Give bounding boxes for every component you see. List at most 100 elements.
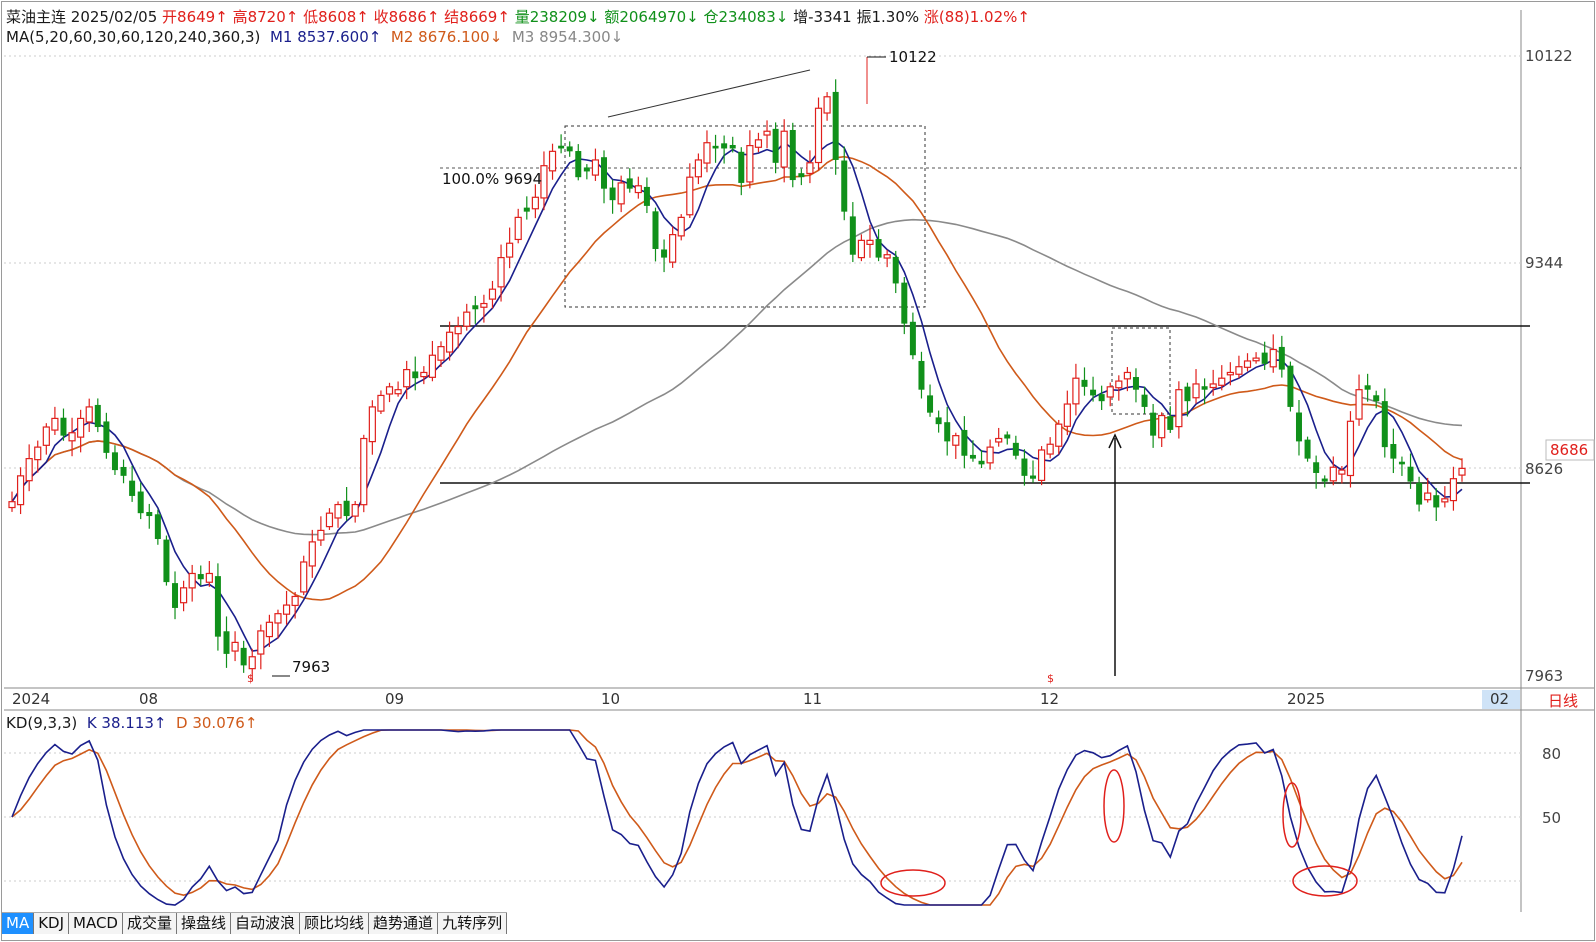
kd-d-value: D 30.076↑ bbox=[176, 714, 258, 732]
candle bbox=[652, 207, 659, 262]
candle bbox=[883, 249, 891, 268]
candle bbox=[42, 423, 50, 455]
candle bbox=[918, 351, 925, 399]
candle bbox=[1063, 390, 1071, 436]
candle bbox=[197, 565, 204, 586]
candle bbox=[857, 234, 866, 262]
date-tick-12: 12 bbox=[1040, 690, 1060, 708]
date-tick-02: 02 bbox=[1490, 690, 1510, 708]
candle bbox=[257, 624, 265, 670]
candle bbox=[334, 501, 342, 528]
candle bbox=[25, 444, 33, 492]
candle bbox=[986, 439, 994, 470]
candle bbox=[927, 384, 934, 417]
candle bbox=[1321, 475, 1328, 488]
candle bbox=[909, 312, 916, 360]
candle bbox=[16, 467, 25, 515]
kd-params: KD(9,3,3) bbox=[6, 714, 78, 732]
candle bbox=[282, 590, 291, 625]
tab-trade-line[interactable]: 操盘线 bbox=[177, 913, 232, 934]
candle bbox=[103, 412, 110, 459]
kd-tick-50: 50 bbox=[1542, 809, 1562, 827]
kd-legend: KD(9,3,3) K 38.113↑ D 30.076↑ bbox=[6, 714, 257, 732]
small-box bbox=[1111, 327, 1171, 415]
candle bbox=[51, 406, 59, 435]
candle bbox=[506, 227, 514, 269]
candle bbox=[1150, 403, 1157, 448]
candle bbox=[1046, 437, 1054, 459]
candle bbox=[137, 482, 144, 520]
tab-guppy[interactable]: 顾比均线 bbox=[300, 913, 370, 934]
tab-kdj[interactable]: KDJ bbox=[34, 913, 70, 934]
candle bbox=[1004, 431, 1011, 445]
ma-lines bbox=[11, 140, 1463, 652]
candle bbox=[832, 79, 839, 175]
candle bbox=[129, 465, 136, 502]
candle bbox=[686, 163, 694, 219]
candle bbox=[583, 164, 590, 180]
candle bbox=[789, 122, 796, 188]
candle bbox=[94, 398, 101, 433]
indicator-tabs: MA KDJ MACD 成交量 操盘线 自动波浪 顾比均线 趋势通道 九转序列 bbox=[2, 912, 508, 935]
candle bbox=[738, 147, 745, 196]
candle bbox=[377, 390, 385, 414]
price-tick-8626: 8626 bbox=[1525, 460, 1564, 478]
price-tick-7963: 7963 bbox=[1525, 667, 1564, 685]
candle bbox=[694, 153, 702, 185]
candle bbox=[343, 486, 350, 521]
candle bbox=[1012, 435, 1019, 460]
candle bbox=[548, 143, 557, 180]
candle bbox=[1226, 362, 1234, 386]
candle bbox=[472, 295, 479, 324]
candle bbox=[385, 382, 394, 403]
candle bbox=[978, 449, 985, 469]
candle bbox=[780, 119, 788, 183]
candle bbox=[935, 410, 942, 433]
candle bbox=[849, 202, 856, 263]
consolidation-box bbox=[564, 125, 926, 308]
kd-k-value: K 38.113↑ bbox=[86, 714, 167, 732]
candle bbox=[531, 184, 539, 219]
date-tick-11: 11 bbox=[803, 690, 823, 708]
candle bbox=[360, 434, 368, 513]
trend-line bbox=[607, 69, 811, 118]
period-selector[interactable]: 日线 bbox=[1548, 690, 1578, 711]
candle bbox=[634, 176, 642, 199]
ma-m3-line bbox=[11, 218, 1463, 536]
candle bbox=[1433, 488, 1440, 522]
candle bbox=[291, 591, 299, 619]
candle bbox=[763, 120, 771, 149]
candle bbox=[163, 535, 170, 586]
candle bbox=[566, 141, 573, 157]
tab-ma[interactable]: MA bbox=[2, 913, 35, 934]
tab-trend-channel[interactable]: 趋势通道 bbox=[369, 913, 439, 934]
tab-auto-wave[interactable]: 自动波浪 bbox=[231, 913, 301, 934]
candle bbox=[1192, 369, 1200, 404]
candle bbox=[223, 616, 230, 668]
date-tick-10: 10 bbox=[601, 690, 621, 708]
price-tick-10122: 10122 bbox=[1525, 47, 1573, 65]
candle bbox=[754, 132, 763, 153]
candle bbox=[609, 179, 616, 214]
signal-marker-1: $ bbox=[247, 672, 254, 685]
tab-macd[interactable]: MACD bbox=[69, 913, 123, 934]
candle bbox=[1175, 381, 1183, 439]
candle bbox=[351, 501, 359, 523]
candle bbox=[1295, 400, 1302, 456]
signal-marker-2: $ bbox=[1047, 672, 1054, 685]
candle bbox=[1098, 385, 1105, 411]
ma-m2-line bbox=[11, 155, 1463, 601]
candle bbox=[952, 432, 960, 459]
tab-volume[interactable]: 成交量 bbox=[122, 913, 177, 934]
candle bbox=[317, 516, 325, 546]
candle bbox=[420, 366, 428, 385]
candle bbox=[1458, 458, 1466, 482]
candle bbox=[875, 229, 882, 262]
tab-td-sequence[interactable]: 九转序列 bbox=[438, 913, 508, 934]
candle bbox=[231, 631, 239, 662]
candle bbox=[523, 196, 530, 220]
candles bbox=[8, 79, 1466, 681]
fib-label: 100.0% 9694 bbox=[442, 170, 543, 188]
candle bbox=[1269, 334, 1277, 373]
high-price-label: 10122 bbox=[889, 48, 937, 66]
